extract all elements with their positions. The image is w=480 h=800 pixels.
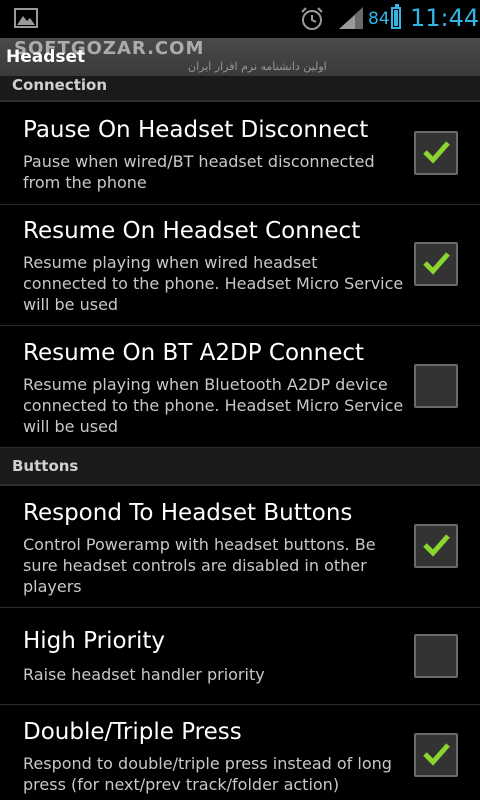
title-bar: SOFTGOZAR.COM اولین دانشنامه نرم افزار ا… — [0, 38, 480, 76]
checkmark-icon — [423, 743, 450, 766]
section-label: Buttons — [12, 457, 79, 475]
pref-title: Respond To Headset Buttons — [23, 500, 353, 526]
checkbox[interactable] — [414, 364, 458, 408]
pref-summary: Raise headset handler priority — [23, 665, 265, 684]
checkmark-icon — [423, 141, 450, 164]
pref-title: High Priority — [23, 628, 166, 654]
pref-respond-to-headset-buttons[interactable]: Respond To Headset Buttons Control Power… — [0, 486, 480, 608]
pref-summary: Resume playing when Bluetooth A2DP devic… — [23, 375, 404, 436]
checkmark-icon — [423, 534, 450, 557]
pref-title: Double/Triple Press — [23, 719, 242, 745]
section-label: Connection — [12, 76, 108, 94]
pref-resume-on-bt-a2dp-connect[interactable]: Resume On BT A2DP Connect Resume playing… — [0, 326, 480, 448]
pref-summary: Resume playing when wired headset connec… — [23, 253, 404, 314]
pref-high-priority[interactable]: High Priority Raise headset handler prio… — [0, 608, 480, 705]
checkbox[interactable] — [414, 634, 458, 678]
pref-title: Resume On Headset Connect — [23, 218, 361, 244]
battery-icon — [391, 4, 401, 29]
section-header-buttons: Buttons — [0, 448, 480, 486]
pref-resume-on-headset-connect[interactable]: Resume On Headset Connect Resume playing… — [0, 205, 480, 326]
status-bar: 84 11:44 — [0, 0, 480, 38]
alarm-icon — [301, 7, 323, 30]
status-time: 11:44 — [410, 4, 480, 32]
pref-title: Resume On BT A2DP Connect — [23, 340, 365, 366]
pref-summary: Respond to double/triple press instead o… — [23, 754, 392, 794]
checkbox[interactable] — [414, 524, 458, 568]
pref-pause-on-headset-disconnect[interactable]: Pause On Headset Disconnect Pause when w… — [0, 102, 480, 205]
checkbox[interactable] — [414, 131, 458, 175]
checkbox[interactable] — [414, 242, 458, 286]
signal-icon — [339, 7, 363, 29]
checkbox[interactable] — [414, 733, 458, 777]
section-header-connection: Connection — [0, 76, 480, 102]
pref-double-triple-press[interactable]: Double/Triple Press Respond to double/tr… — [0, 705, 480, 800]
pref-summary: Pause when wired/BT headset disconnected… — [23, 152, 375, 192]
battery-level: 84 — [368, 9, 390, 29]
gallery-icon — [14, 8, 38, 28]
checkmark-icon — [423, 252, 450, 275]
page-title: Headset — [6, 47, 86, 67]
pref-title: Pause On Headset Disconnect — [23, 117, 369, 143]
pref-summary: Control Poweramp with headset buttons. B… — [23, 535, 376, 596]
watermark-subtitle: اولین دانشنامه نرم افزار ایران — [188, 60, 327, 73]
